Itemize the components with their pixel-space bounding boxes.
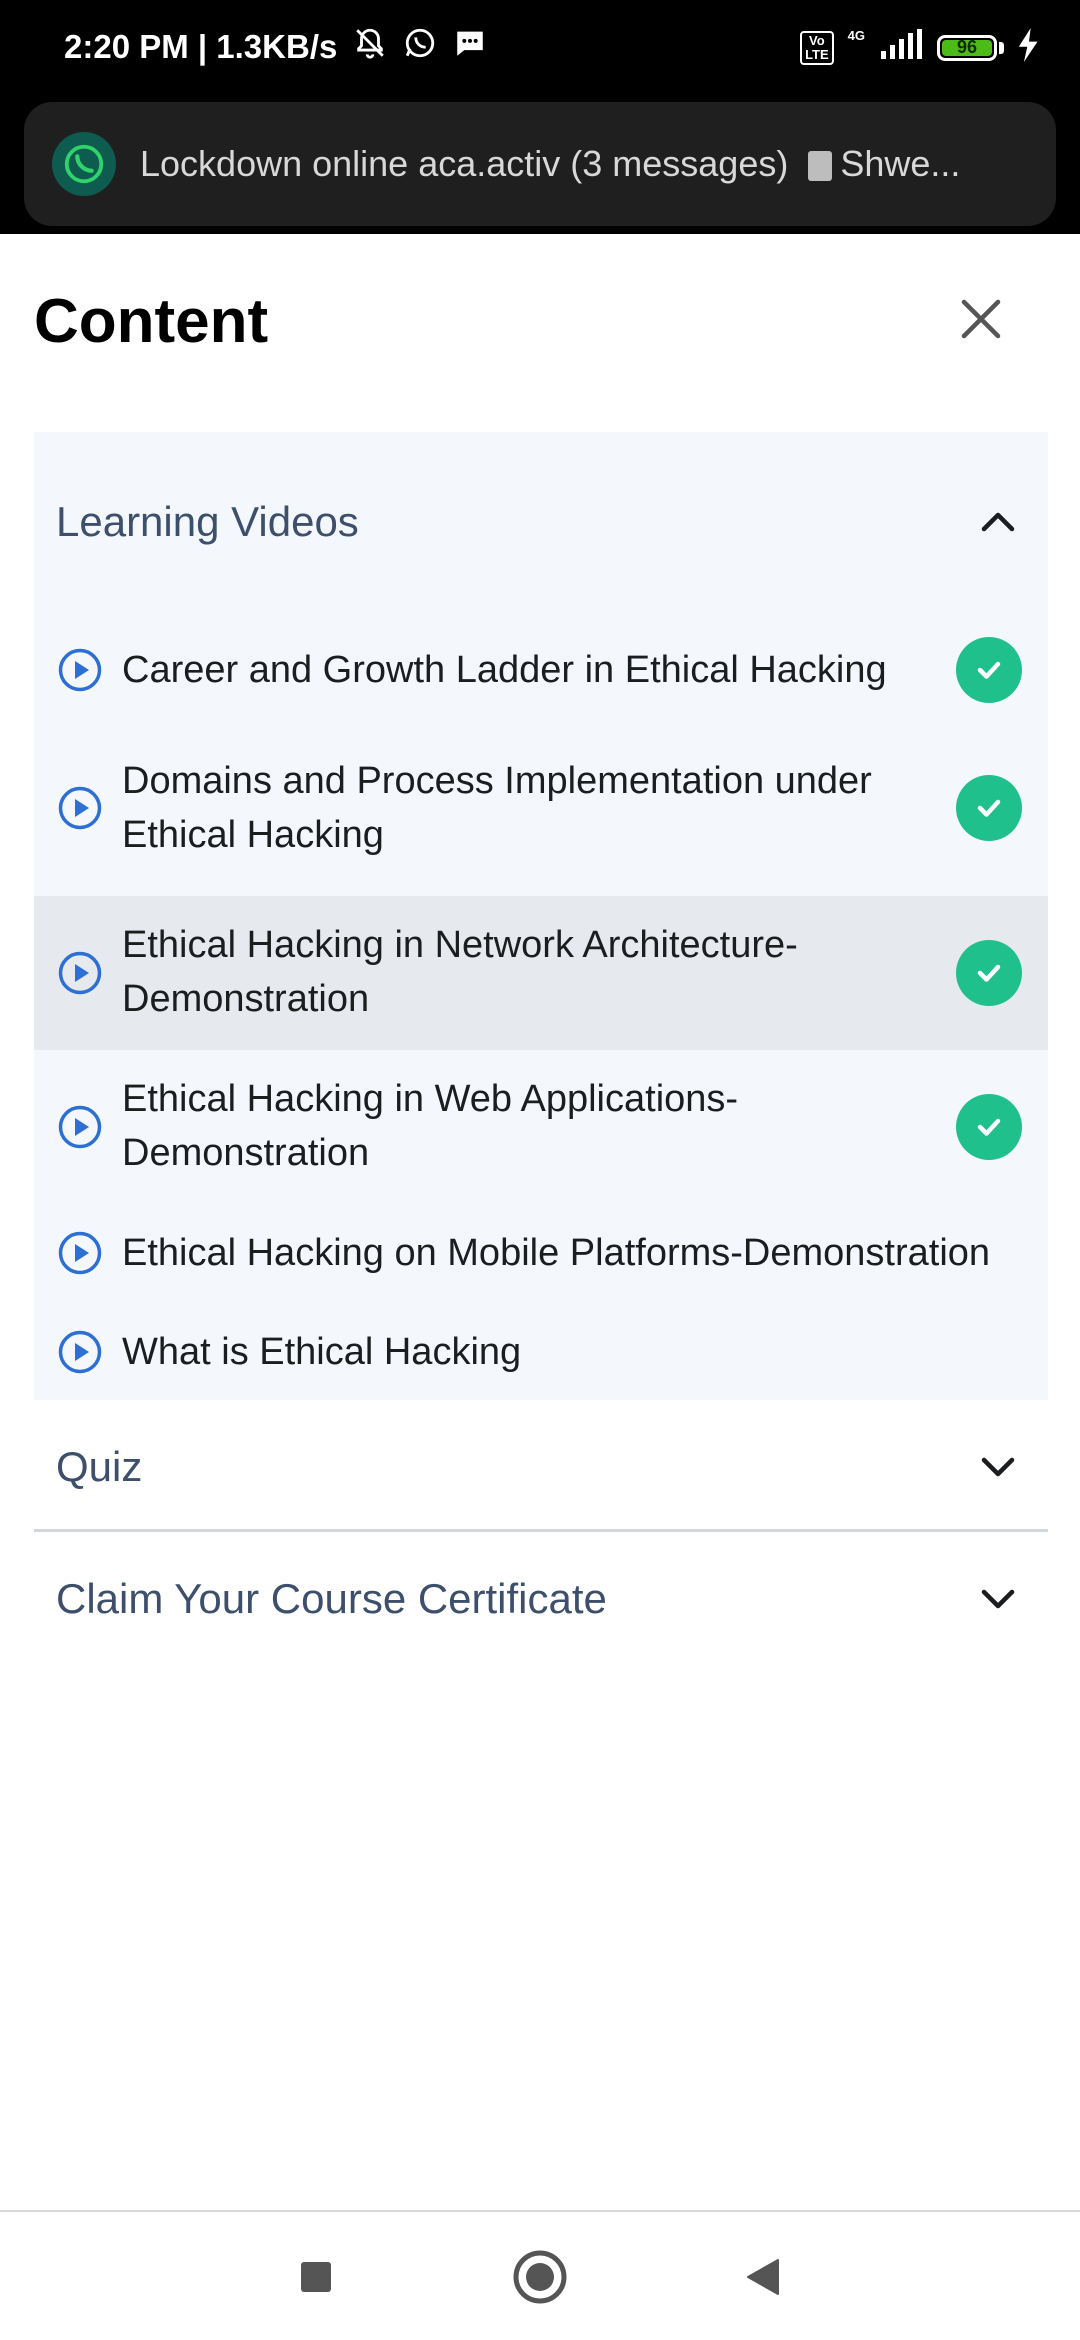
section-header-learning-videos[interactable]: Learning Videos <box>34 432 1048 612</box>
section-title: Quiz <box>56 1443 143 1490</box>
notification-text: Lockdown online aca.activ (3 messages) Sh… <box>140 143 1020 185</box>
completed-check-icon <box>956 637 1022 703</box>
network-type: 4G <box>847 28 865 43</box>
battery-cap <box>999 41 1004 54</box>
charging-icon <box>1018 28 1040 67</box>
notification-message: Lockdown online aca.activ (3 messages) <box>140 143 789 184</box>
chevron-up-icon <box>981 512 1015 532</box>
status-left: 2:20 PM | 1.3KB/s <box>64 26 487 68</box>
home-button[interactable] <box>512 2249 568 2305</box>
status-right: Vo LTE 4G 96 <box>800 28 1040 67</box>
close-icon <box>961 299 1001 339</box>
video-title: What is Ethical Hacking <box>122 1331 522 1373</box>
signal-icon <box>879 29 923 66</box>
video-title: Career and Growth Ladder in Ethical Hack… <box>122 649 887 691</box>
play-circle-icon <box>58 1105 102 1149</box>
section-title: Learning Videos <box>56 498 359 545</box>
close-button[interactable] <box>956 294 1006 344</box>
section-divider <box>34 1529 1048 1532</box>
battery-level: 96 <box>956 37 978 57</box>
section-header-certificate[interactable]: Claim Your Course Certificate <box>34 1534 1048 1664</box>
recent-apps-button[interactable] <box>293 2254 339 2300</box>
notification-banner[interactable]: Lockdown online aca.activ (3 messages) Sh… <box>24 102 1056 226</box>
video-item[interactable]: What is Ethical Hacking <box>34 1302 1048 1400</box>
play-circle-icon <box>58 951 102 995</box>
whatsapp-icon <box>403 26 437 68</box>
battery-indicator: 96 <box>937 34 997 61</box>
square-icon <box>301 2262 331 2292</box>
whatsapp-icon <box>52 132 116 196</box>
status-time: 2:20 PM | 1.3KB/s <box>64 28 338 65</box>
chevron-down-icon <box>981 1589 1015 1609</box>
video-title: Ethical Hacking in Web Applications-Demo… <box>122 1078 739 1174</box>
navigation-bar <box>0 2212 1080 2340</box>
play-circle-icon <box>58 1231 102 1275</box>
video-title: Domains and Process Implementation under… <box>122 760 872 856</box>
play-circle-icon <box>58 1330 102 1374</box>
video-item-active[interactable]: Ethical Hacking in Network Architecture-… <box>34 896 1048 1050</box>
completed-check-icon <box>956 940 1022 1006</box>
play-circle-icon <box>58 648 102 692</box>
video-item[interactable]: Domains and Process Implementation under… <box>34 730 1048 886</box>
back-triangle-icon <box>747 2259 779 2295</box>
back-button[interactable] <box>740 2254 786 2300</box>
message-icon <box>453 26 487 68</box>
notification-attachment: Shwe... <box>840 143 961 184</box>
chevron-down-icon <box>981 1457 1015 1477</box>
status-bar: 2:20 PM | 1.3KB/s Vo LTE 4G 96 <box>0 0 1080 100</box>
volte-indicator: Vo LTE <box>800 30 834 65</box>
section-header-quiz[interactable]: Quiz <box>34 1402 1048 1532</box>
video-title: Ethical Hacking in Network Architecture-… <box>122 924 798 1020</box>
mute-bell-icon <box>353 26 387 68</box>
document-icon <box>808 151 833 182</box>
video-title: Ethical Hacking on Mobile Platforms-Demo… <box>122 1232 991 1274</box>
section-title: Claim Your Course Certificate <box>56 1575 607 1622</box>
video-item[interactable]: Ethical Hacking in Web Applications-Demo… <box>34 1050 1048 1204</box>
completed-check-icon <box>956 1094 1022 1160</box>
page-title: Content <box>34 287 269 356</box>
video-item[interactable]: Career and Growth Ladder in Ethical Hack… <box>34 610 1048 730</box>
completed-check-icon <box>956 775 1022 841</box>
home-circle-icon <box>513 2250 567 2304</box>
video-item[interactable]: Ethical Hacking on Mobile Platforms-Demo… <box>34 1204 1048 1302</box>
play-circle-icon <box>58 786 102 830</box>
section-learning-videos: Learning Videos Career and Growth Ladder… <box>34 432 1048 1400</box>
